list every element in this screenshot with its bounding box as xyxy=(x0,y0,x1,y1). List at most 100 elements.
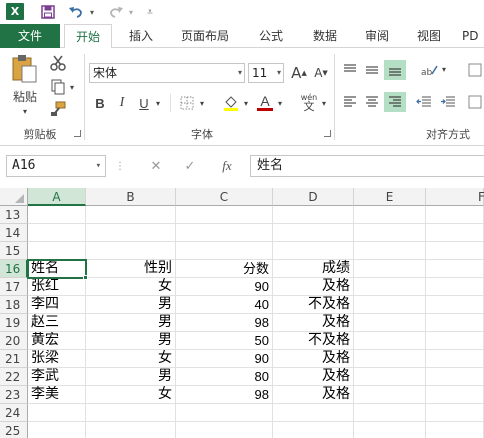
cell-b16[interactable]: 性别 xyxy=(86,260,176,278)
font-color-dropdown-icon[interactable]: ▾ xyxy=(276,98,284,108)
cell-d23[interactable]: 及格 xyxy=(273,386,354,404)
formula-input[interactable]: 姓名 xyxy=(250,155,484,177)
cell-b23[interactable]: 女 xyxy=(86,386,176,404)
cell-a20[interactable]: 黄宏 xyxy=(28,332,86,350)
copy-dropdown-icon[interactable]: ▾ xyxy=(68,82,76,92)
align-middle-icon[interactable] xyxy=(362,60,382,80)
cell-e18[interactable] xyxy=(354,296,426,314)
cell-e13[interactable] xyxy=(354,206,426,224)
cell-e23[interactable] xyxy=(354,386,426,404)
cell-d14[interactable] xyxy=(273,224,354,242)
cell-c24[interactable] xyxy=(176,404,273,422)
cell-c16[interactable]: 分数 xyxy=(176,260,273,278)
tab-insert[interactable]: 插入 xyxy=(118,24,164,48)
row-header-20[interactable]: 20 xyxy=(0,332,28,350)
font-name-select[interactable]: 宋体 ▾ xyxy=(89,63,245,83)
row-header-13[interactable]: 13 xyxy=(0,206,28,224)
italic-button[interactable]: I xyxy=(114,94,130,112)
cell-a19[interactable]: 赵三 xyxy=(28,314,86,332)
cell-d13[interactable] xyxy=(273,206,354,224)
cell-e16[interactable] xyxy=(354,260,426,278)
enter-icon[interactable]: ✓ xyxy=(180,156,200,176)
format-painter-icon[interactable] xyxy=(48,100,68,118)
cell-b21[interactable]: 女 xyxy=(86,350,176,368)
cell-f13[interactable] xyxy=(426,206,484,224)
row-header-22[interactable]: 22 xyxy=(0,368,28,386)
cell-a25[interactable] xyxy=(28,422,86,438)
cell-a13[interactable] xyxy=(28,206,86,224)
cell-c21[interactable]: 90 xyxy=(176,350,273,368)
row-header-16[interactable]: 16 xyxy=(0,260,28,278)
insert-function-icon[interactable]: fx xyxy=(216,156,238,176)
font-color-icon[interactable]: A xyxy=(256,92,274,112)
clipboard-launcher-icon[interactable] xyxy=(74,130,81,137)
cell-d18[interactable]: 不及格 xyxy=(273,296,354,314)
wrap-text-icon[interactable] xyxy=(466,60,484,80)
cell-f22[interactable] xyxy=(426,368,484,386)
shrink-font-icon[interactable]: A ▼ xyxy=(312,64,330,82)
cell-e14[interactable] xyxy=(354,224,426,242)
row-header-17[interactable]: 17 xyxy=(0,278,28,296)
cell-d22[interactable]: 及格 xyxy=(273,368,354,386)
excel-icon[interactable]: X xyxy=(6,3,24,20)
copy-icon[interactable] xyxy=(48,78,68,96)
cell-a14[interactable] xyxy=(28,224,86,242)
cell-c14[interactable] xyxy=(176,224,273,242)
cell-c20[interactable]: 50 xyxy=(176,332,273,350)
select-all-corner[interactable] xyxy=(0,188,28,206)
paste-icon[interactable] xyxy=(8,54,40,84)
cell-b22[interactable]: 男 xyxy=(86,368,176,386)
cell-a22[interactable]: 李武 xyxy=(28,368,86,386)
name-box[interactable]: A16 ▾ xyxy=(6,155,106,177)
align-right-icon[interactable] xyxy=(384,92,406,112)
cell-f14[interactable] xyxy=(426,224,484,242)
cell-f15[interactable] xyxy=(426,242,484,260)
cell-a24[interactable] xyxy=(28,404,86,422)
orientation-icon[interactable]: ab xyxy=(418,60,440,80)
cell-d24[interactable] xyxy=(273,404,354,422)
column-header-d[interactable]: D xyxy=(273,188,354,206)
cell-e17[interactable] xyxy=(354,278,426,296)
orientation-dropdown-icon[interactable]: ▾ xyxy=(440,64,448,74)
cell-f19[interactable] xyxy=(426,314,484,332)
undo-dropdown-icon[interactable]: ▾ xyxy=(88,2,96,22)
cell-e21[interactable] xyxy=(354,350,426,368)
undo-icon[interactable] xyxy=(66,2,86,22)
phonetic-guide-dropdown-icon[interactable]: ▾ xyxy=(320,98,328,108)
row-header-21[interactable]: 21 xyxy=(0,350,28,368)
cell-a17[interactable]: 张红 xyxy=(28,278,86,296)
grow-font-icon[interactable]: A ▲ xyxy=(290,64,308,82)
redo-icon[interactable] xyxy=(106,2,126,22)
row-header-23[interactable]: 23 xyxy=(0,386,28,404)
cell-f17[interactable] xyxy=(426,278,484,296)
font-launcher-icon[interactable] xyxy=(324,130,331,137)
cell-f20[interactable] xyxy=(426,332,484,350)
tab-file[interactable]: 文件 xyxy=(0,24,60,48)
row-header-14[interactable]: 14 xyxy=(0,224,28,242)
paste-dropdown-icon[interactable]: ▾ xyxy=(18,106,32,116)
cell-b25[interactable] xyxy=(86,422,176,438)
row-header-19[interactable]: 19 xyxy=(0,314,28,332)
cell-e22[interactable] xyxy=(354,368,426,386)
fill-color-icon[interactable] xyxy=(222,94,240,112)
row-header-25[interactable]: 25 xyxy=(0,422,28,438)
column-header-e[interactable]: E xyxy=(354,188,426,206)
cell-b17[interactable]: 女 xyxy=(86,278,176,296)
tab-pdf[interactable]: PD xyxy=(462,24,484,48)
column-header-b[interactable]: B xyxy=(86,188,176,206)
fill-handle[interactable] xyxy=(83,275,88,280)
paste-button-label[interactable]: 粘贴 xyxy=(10,88,40,104)
cell-b18[interactable]: 男 xyxy=(86,296,176,314)
align-left-icon[interactable] xyxy=(340,92,360,112)
cell-e20[interactable] xyxy=(354,332,426,350)
cell-c23[interactable]: 98 xyxy=(176,386,273,404)
cell-c19[interactable]: 98 xyxy=(176,314,273,332)
cell-a21[interactable]: 张梁 xyxy=(28,350,86,368)
tab-home[interactable]: 开始 xyxy=(64,24,112,49)
cell-f24[interactable] xyxy=(426,404,484,422)
customize-icon[interactable]: ⩡ xyxy=(144,2,156,22)
tab-review[interactable]: 审阅 xyxy=(354,24,400,48)
save-icon[interactable] xyxy=(38,2,58,22)
cell-d16[interactable]: 成绩 xyxy=(273,260,354,278)
cell-b13[interactable] xyxy=(86,206,176,224)
